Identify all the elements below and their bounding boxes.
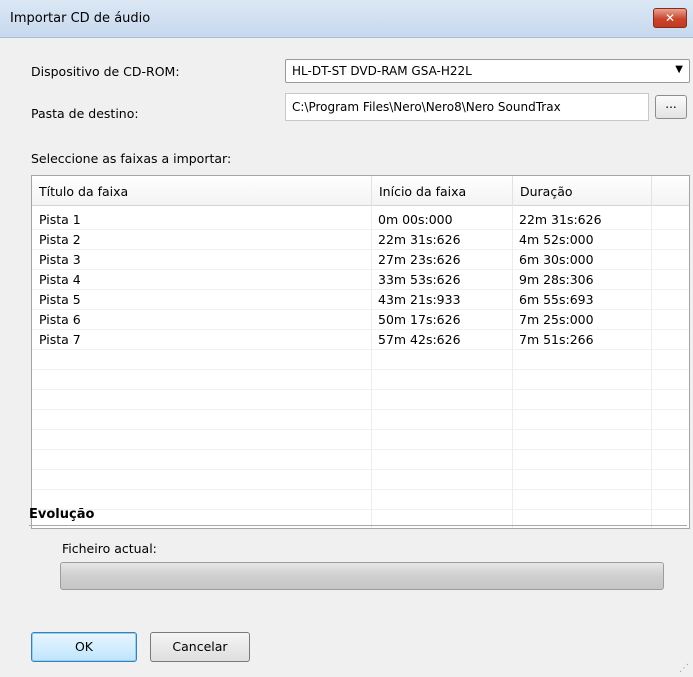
track-title: Pista 5 xyxy=(39,292,81,307)
cdrom-label: Dispositivo de CD-ROM: xyxy=(31,64,180,79)
track-duration: 6m 30s:000 xyxy=(519,252,594,267)
tracks-label: Seleccione as faixas a importar: xyxy=(31,151,232,166)
empty-row xyxy=(32,490,689,510)
table-row[interactable]: Pista 6 50m 17s:626 7m 25s:000 xyxy=(32,310,689,330)
table-row[interactable]: Pista 5 43m 21s:933 6m 55s:693 xyxy=(32,290,689,310)
current-file-label: Ficheiro actual: xyxy=(62,541,157,556)
cancel-button[interactable]: Cancelar xyxy=(150,632,250,662)
dest-folder-field[interactable]: C:\Program Files\Nero\Nero8\Nero SoundTr… xyxy=(285,93,649,121)
track-duration: 7m 25s:000 xyxy=(519,312,594,327)
track-start: 43m 21s:933 xyxy=(378,292,461,307)
track-title: Pista 7 xyxy=(39,332,81,347)
empty-row xyxy=(32,410,689,430)
close-icon: ✕ xyxy=(664,11,676,25)
track-title: Pista 2 xyxy=(39,232,81,247)
ok-button[interactable]: OK xyxy=(31,632,137,662)
dialog-body: Dispositivo de CD-ROM: HL-DT-ST DVD-RAM … xyxy=(0,38,693,677)
progress-bar xyxy=(60,562,664,590)
track-start: 27m 23s:626 xyxy=(378,252,461,267)
column-header-title[interactable]: Título da faixa xyxy=(32,176,372,206)
tracks-list[interactable]: Título da faixa Início da faixa Duração … xyxy=(31,175,690,529)
chevron-down-icon: ▼ xyxy=(675,64,683,75)
track-start: 22m 31s:626 xyxy=(378,232,461,247)
track-title: Pista 3 xyxy=(39,252,81,267)
track-duration: 4m 52s:000 xyxy=(519,232,594,247)
tracks-list-header: Título da faixa Início da faixa Duração xyxy=(32,176,689,206)
empty-row xyxy=(32,370,689,390)
column-header-start[interactable]: Início da faixa xyxy=(372,176,513,206)
table-row[interactable]: Pista 7 57m 42s:626 7m 51s:266 xyxy=(32,330,689,350)
table-row[interactable]: Pista 3 27m 23s:626 6m 30s:000 xyxy=(32,250,689,270)
track-start: 0m 00s:000 xyxy=(378,212,453,227)
track-duration: 9m 28s:306 xyxy=(519,272,594,287)
cdrom-select[interactable]: HL-DT-ST DVD-RAM GSA-H22L ▼ xyxy=(285,59,690,83)
empty-row xyxy=(32,470,689,490)
dest-folder-value: C:\Program Files\Nero\Nero8\Nero SoundTr… xyxy=(292,100,561,114)
close-button[interactable]: ✕ xyxy=(653,8,687,28)
cdrom-select-value: HL-DT-ST DVD-RAM GSA-H22L xyxy=(292,64,472,78)
empty-row xyxy=(32,430,689,450)
track-start: 33m 53s:626 xyxy=(378,272,461,287)
track-title: Pista 1 xyxy=(39,212,81,227)
progress-section-title: Evolução xyxy=(29,507,95,522)
table-row[interactable]: Pista 2 22m 31s:626 4m 52s:000 xyxy=(32,230,689,250)
track-title: Pista 4 xyxy=(39,272,81,287)
track-start: 57m 42s:626 xyxy=(378,332,461,347)
column-header-duration[interactable]: Duração xyxy=(513,176,652,206)
empty-row xyxy=(32,350,689,370)
track-title: Pista 6 xyxy=(39,312,81,327)
browse-button[interactable]: ... xyxy=(655,95,687,119)
track-duration: 22m 31s:626 xyxy=(519,212,602,227)
title-bar: Importar CD de áudio ✕ xyxy=(0,0,693,38)
table-row[interactable]: Pista 1 0m 00s:000 22m 31s:626 xyxy=(32,210,689,230)
track-duration: 7m 51s:266 xyxy=(519,332,594,347)
empty-row xyxy=(32,510,689,528)
window-title: Importar CD de áudio xyxy=(10,11,151,26)
track-duration: 6m 55s:693 xyxy=(519,292,594,307)
dest-folder-label: Pasta de destino: xyxy=(31,106,139,121)
empty-row xyxy=(32,390,689,410)
empty-row xyxy=(32,450,689,470)
resize-grip-icon[interactable]: ⋰ xyxy=(679,663,691,675)
table-row[interactable]: Pista 4 33m 53s:626 9m 28s:306 xyxy=(32,270,689,290)
section-divider xyxy=(29,525,687,526)
column-header-empty xyxy=(652,176,689,206)
track-start: 50m 17s:626 xyxy=(378,312,461,327)
